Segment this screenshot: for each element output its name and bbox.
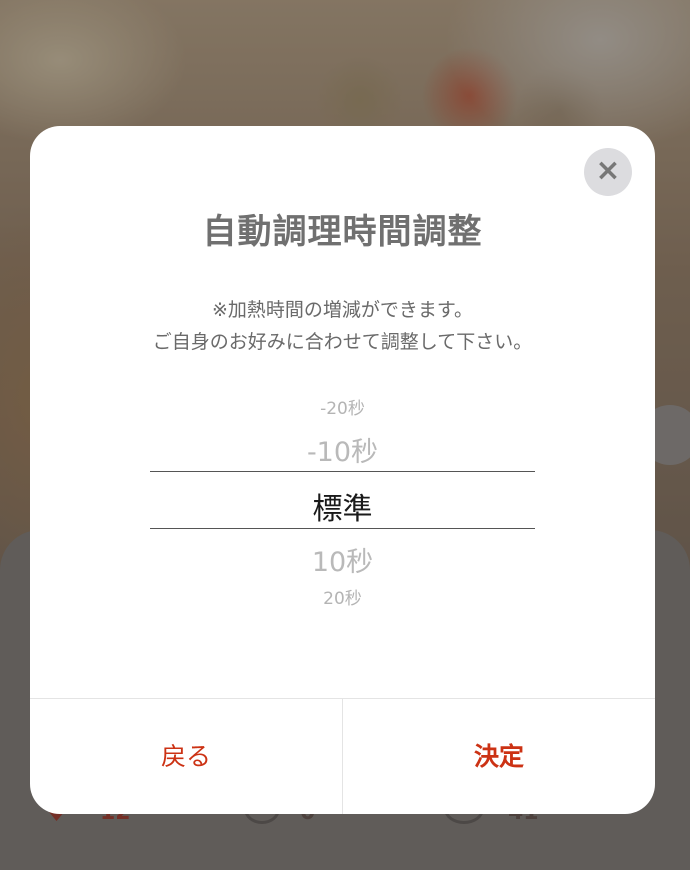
dialog-title: 自動調理時間調整: [202, 212, 483, 252]
close-icon: ×: [595, 153, 621, 188]
picker-option[interactable]: -20秒: [30, 394, 655, 419]
dialog-footer: 戻る 決定: [30, 698, 655, 814]
back-button[interactable]: 戻る: [30, 699, 342, 814]
selection-bottom-line: [150, 528, 535, 529]
dialog-description: ※加熱時間の増減ができます。 ご自身のお好みに合わせて調整して下さい。: [30, 294, 655, 358]
picker-option-selected[interactable]: 標準: [30, 484, 655, 528]
picker-option[interactable]: -10秒: [30, 430, 655, 469]
confirm-button[interactable]: 決定: [343, 699, 655, 814]
cooking-time-adjust-dialog: × 自動調理時間調整 ※加熱時間の増減ができます。 ご自身のお好みに合わせて調整…: [30, 126, 655, 814]
description-line-1: ※加熱時間の増減ができます。: [211, 299, 474, 321]
time-picker[interactable]: -20秒 -10秒 標準 10秒 20秒: [30, 390, 655, 620]
description-line-2: ご自身のお好みに合わせて調整して下さい。: [152, 331, 533, 353]
selection-top-line: [150, 471, 535, 472]
picker-option[interactable]: 20秒: [30, 584, 655, 609]
picker-option[interactable]: 10秒: [30, 540, 655, 579]
close-button[interactable]: ×: [584, 148, 632, 196]
